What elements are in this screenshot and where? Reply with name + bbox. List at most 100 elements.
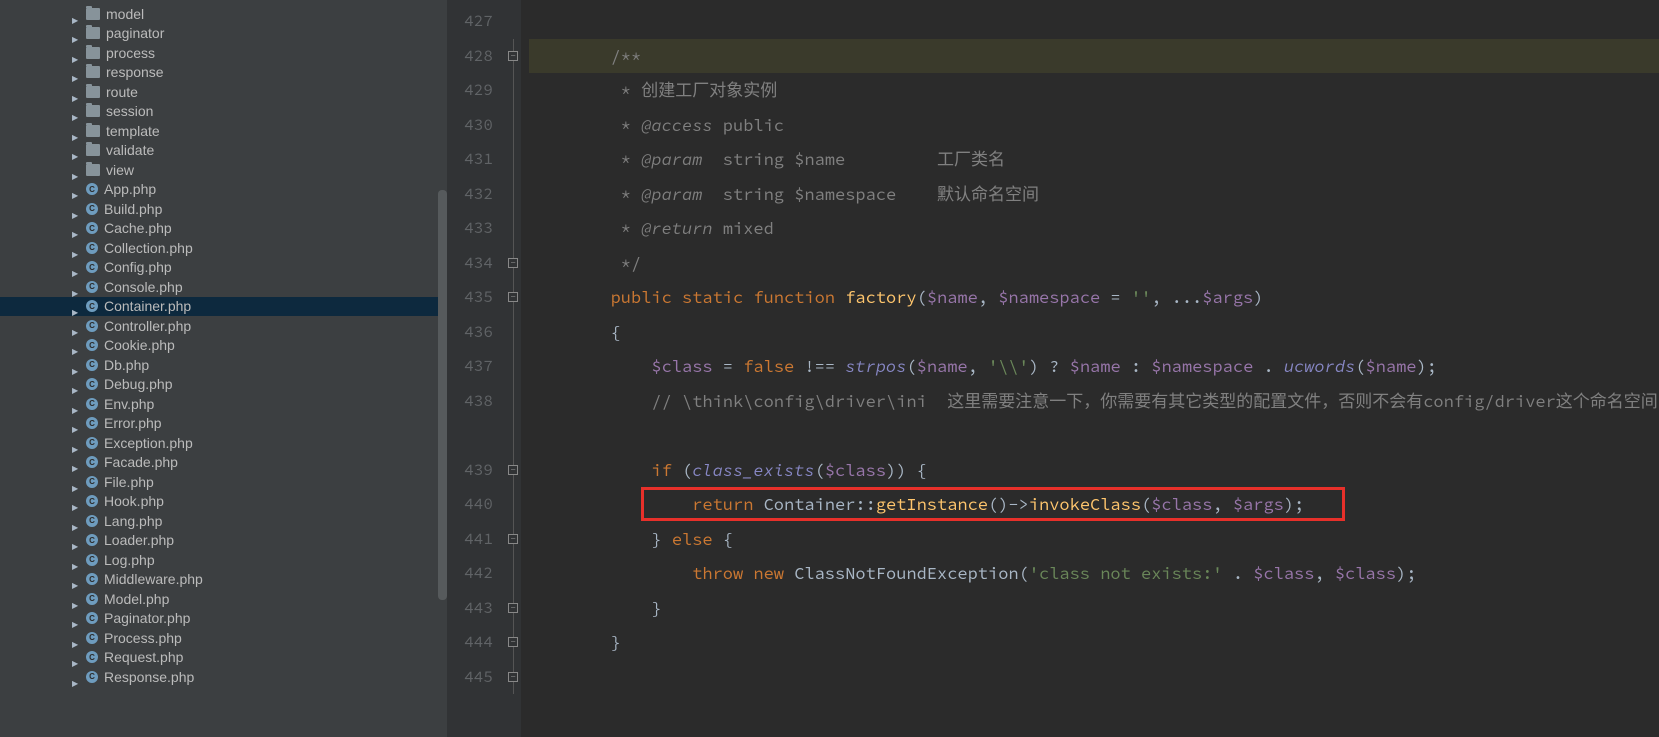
expand-arrow-icon[interactable]: [72, 49, 80, 57]
file-item-Controller.php[interactable]: CController.php: [0, 316, 447, 336]
expand-arrow-icon[interactable]: [72, 673, 80, 681]
fold-toggle-icon[interactable]: [508, 258, 518, 268]
code-line-427[interactable]: [529, 4, 1659, 39]
code-line-440[interactable]: return Container::getInstance()->invokeC…: [529, 487, 1659, 522]
fold-toggle-icon[interactable]: [508, 465, 518, 475]
folder-item-session[interactable]: session: [0, 102, 447, 122]
expand-arrow-icon[interactable]: [72, 556, 80, 564]
file-item-Paginator.php[interactable]: CPaginator.php: [0, 609, 447, 629]
folder-item-paginator[interactable]: paginator: [0, 24, 447, 44]
file-item-Lang.php[interactable]: CLang.php: [0, 511, 447, 531]
code-line-431[interactable]: * @param string $name 工厂类名: [529, 142, 1659, 177]
expand-arrow-icon[interactable]: [72, 439, 80, 447]
expand-arrow-icon[interactable]: [72, 517, 80, 525]
file-item-Middleware.php[interactable]: CMiddleware.php: [0, 570, 447, 590]
expand-arrow-icon[interactable]: [72, 68, 80, 76]
file-item-Build.php[interactable]: CBuild.php: [0, 199, 447, 219]
expand-arrow-icon[interactable]: [72, 283, 80, 291]
file-item-Log.php[interactable]: CLog.php: [0, 550, 447, 570]
code-area[interactable]: /** * 创建工厂对象实例 * @access public * @param…: [521, 0, 1659, 737]
folder-item-response[interactable]: response: [0, 63, 447, 83]
expand-arrow-icon[interactable]: [72, 536, 80, 544]
file-item-Error.php[interactable]: CError.php: [0, 414, 447, 434]
expand-arrow-icon[interactable]: [72, 205, 80, 213]
sidebar-scrollbar[interactable]: [438, 190, 447, 600]
code-editor[interactable]: 4274284294304314324334344354364374384394…: [447, 0, 1659, 737]
expand-arrow-icon[interactable]: [72, 478, 80, 486]
expand-arrow-icon[interactable]: [72, 146, 80, 154]
file-item-App.php[interactable]: CApp.php: [0, 180, 447, 200]
expand-arrow-icon[interactable]: [72, 361, 80, 369]
folder-item-template[interactable]: template: [0, 121, 447, 141]
expand-arrow-icon[interactable]: [72, 263, 80, 271]
code-line-434[interactable]: */: [529, 246, 1659, 281]
file-item-Debug.php[interactable]: CDebug.php: [0, 375, 447, 395]
expand-arrow-icon[interactable]: [72, 614, 80, 622]
expand-arrow-icon[interactable]: [72, 224, 80, 232]
code-line-443[interactable]: }: [529, 591, 1659, 626]
code-line-441[interactable]: } else {: [529, 522, 1659, 557]
file-item-Container.php[interactable]: CContainer.php: [0, 297, 447, 317]
code-line-444[interactable]: }: [529, 625, 1659, 660]
code-line-429[interactable]: * 创建工厂对象实例: [529, 73, 1659, 108]
expand-arrow-icon[interactable]: [72, 595, 80, 603]
expand-arrow-icon[interactable]: [72, 341, 80, 349]
expand-arrow-icon[interactable]: [72, 10, 80, 18]
code-line-439[interactable]: if (class_exists($class)) {: [529, 453, 1659, 488]
file-item-Console.php[interactable]: CConsole.php: [0, 277, 447, 297]
expand-arrow-icon[interactable]: [72, 322, 80, 330]
expand-arrow-icon[interactable]: [72, 497, 80, 505]
expand-arrow-icon[interactable]: [72, 185, 80, 193]
code-line-437[interactable]: $class = false !== strpos($name, '\\') ?…: [529, 349, 1659, 384]
folder-item-view[interactable]: view: [0, 160, 447, 180]
file-item-Cache.php[interactable]: CCache.php: [0, 219, 447, 239]
file-item-Env.php[interactable]: CEnv.php: [0, 394, 447, 414]
expand-arrow-icon[interactable]: [72, 400, 80, 408]
file-item-File.php[interactable]: CFile.php: [0, 472, 447, 492]
code-line-438[interactable]: // \think\config\driver\ini 这里需要注意一下，你需要…: [529, 384, 1659, 453]
expand-arrow-icon[interactable]: [72, 302, 80, 310]
expand-arrow-icon[interactable]: [72, 575, 80, 583]
file-item-Request.php[interactable]: CRequest.php: [0, 648, 447, 668]
code-line-432[interactable]: * @param string $namespace 默认命名空间: [529, 177, 1659, 212]
file-item-Cookie.php[interactable]: CCookie.php: [0, 336, 447, 356]
folder-item-route[interactable]: route: [0, 82, 447, 102]
expand-arrow-icon[interactable]: [72, 419, 80, 427]
folder-item-process[interactable]: process: [0, 43, 447, 63]
folder-item-model[interactable]: model: [0, 4, 447, 24]
fold-toggle-icon[interactable]: [508, 603, 518, 613]
code-line-436[interactable]: {: [529, 315, 1659, 350]
file-item-Model.php[interactable]: CModel.php: [0, 589, 447, 609]
file-item-Response.php[interactable]: CResponse.php: [0, 667, 447, 687]
file-item-Loader.php[interactable]: CLoader.php: [0, 531, 447, 551]
fold-toggle-icon[interactable]: [508, 637, 518, 647]
expand-arrow-icon[interactable]: [72, 127, 80, 135]
project-sidebar[interactable]: modelpaginatorprocessresponseroutesessio…: [0, 0, 447, 737]
code-line-442[interactable]: throw new ClassNotFoundException('class …: [529, 556, 1659, 591]
file-item-Exception.php[interactable]: CException.php: [0, 433, 447, 453]
folder-item-validate[interactable]: validate: [0, 141, 447, 161]
expand-arrow-icon[interactable]: [72, 29, 80, 37]
expand-arrow-icon[interactable]: [72, 88, 80, 96]
file-item-Db.php[interactable]: CDb.php: [0, 355, 447, 375]
file-item-Hook.php[interactable]: CHook.php: [0, 492, 447, 512]
fold-toggle-icon[interactable]: [508, 292, 518, 302]
expand-arrow-icon[interactable]: [72, 634, 80, 642]
file-item-Config.php[interactable]: CConfig.php: [0, 258, 447, 278]
expand-arrow-icon[interactable]: [72, 458, 80, 466]
code-line-433[interactable]: * @return mixed: [529, 211, 1659, 246]
fold-toggle-icon[interactable]: [508, 534, 518, 544]
expand-arrow-icon[interactable]: [72, 166, 80, 174]
file-item-Collection.php[interactable]: CCollection.php: [0, 238, 447, 258]
code-line-435[interactable]: public static function factory($name, $n…: [529, 280, 1659, 315]
code-line-430[interactable]: * @access public: [529, 108, 1659, 143]
fold-toggle-icon[interactable]: [508, 51, 518, 61]
expand-arrow-icon[interactable]: [72, 244, 80, 252]
code-line-428[interactable]: /**: [529, 39, 1659, 74]
expand-arrow-icon[interactable]: [72, 380, 80, 388]
expand-arrow-icon[interactable]: [72, 107, 80, 115]
code-line-445[interactable]: [529, 660, 1659, 695]
fold-toggle-icon[interactable]: [508, 672, 518, 682]
file-item-Facade.php[interactable]: CFacade.php: [0, 453, 447, 473]
expand-arrow-icon[interactable]: [72, 653, 80, 661]
